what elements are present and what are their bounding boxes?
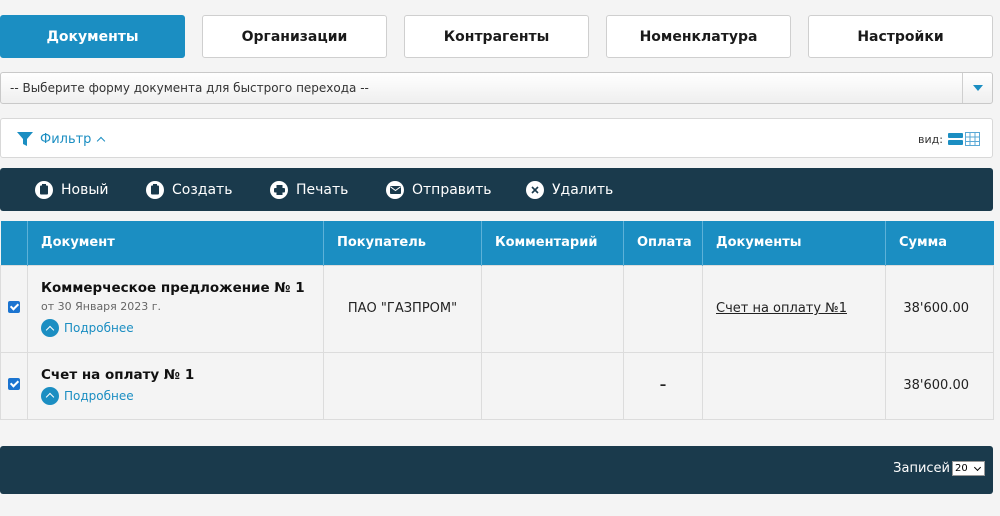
filter-toggle[interactable]: Фильтр <box>16 129 106 149</box>
envelope-icon <box>386 180 404 199</box>
details-label: Подробнее <box>64 388 134 403</box>
filter-label: Фильтр <box>40 131 92 147</box>
sum-cell: 38'600.00 <box>885 351 994 420</box>
column-header-payment[interactable]: Оплата <box>623 221 703 265</box>
close-icon <box>526 180 544 199</box>
document-cell: Счет на оплату № 1 Подробнее <box>27 351 324 420</box>
linked-document-link[interactable]: Счет на оплату №1 <box>716 301 847 316</box>
chevron-down-icon <box>973 463 982 472</box>
payment-cell <box>623 264 703 353</box>
table-row: Коммерческое предложение № 1 от 30 Январ… <box>0 264 994 353</box>
document-cell: Коммерческое предложение № 1 от 30 Январ… <box>27 264 324 353</box>
printer-icon <box>270 180 288 199</box>
column-header-buyer[interactable]: Покупатель <box>323 221 482 265</box>
delete-button[interactable]: Удалить <box>526 168 613 211</box>
delete-label: Удалить <box>552 181 614 198</box>
create-label: Создать <box>172 181 233 198</box>
documents-cell: Счет на оплату №1 <box>702 264 886 353</box>
list-view-icon[interactable] <box>948 132 963 146</box>
print-label: Печать <box>296 181 349 198</box>
row-checkbox[interactable] <box>8 300 20 313</box>
funnel-icon <box>17 132 33 146</box>
row-select-cell <box>0 264 28 353</box>
top-tabs: Документы Организации Контрагенты Номенк… <box>0 15 1000 58</box>
documents-cell <box>702 351 886 420</box>
tab-organizations[interactable]: Организации <box>202 15 387 58</box>
table-header-row: Документ Покупатель Комментарий Оплата Д… <box>0 221 994 265</box>
records-per-page-value: 20 <box>955 463 968 474</box>
document-title[interactable]: Счет на оплату № 1 <box>41 367 310 383</box>
column-header-document[interactable]: Документ <box>27 221 324 265</box>
comment-cell <box>481 351 624 420</box>
table-row: Счет на оплату № 1 Подробнее – 38'600.00 <box>0 351 994 420</box>
tab-settings[interactable]: Настройки <box>808 15 993 58</box>
view-switch: вид: <box>918 130 980 148</box>
send-label: Отправить <box>412 181 492 198</box>
details-link[interactable]: Подробнее <box>41 386 310 405</box>
triangle-down-icon <box>972 85 983 91</box>
select-dropdown-button[interactable] <box>962 73 992 103</box>
new-label: Новый <box>61 181 109 198</box>
details-link[interactable]: Подробнее <box>41 319 310 337</box>
filter-panel: Фильтр вид: <box>0 118 993 158</box>
print-button[interactable]: Печать <box>270 168 348 211</box>
column-header-comment[interactable]: Комментарий <box>481 221 624 265</box>
clipboard-icon <box>35 180 53 199</box>
tab-nomenclature[interactable]: Номенклатура <box>606 15 791 58</box>
buyer-cell <box>323 351 482 420</box>
clipboard-icon <box>146 180 164 199</box>
records-per-page-label: Записей <box>893 461 950 476</box>
column-header-documents[interactable]: Документы <box>702 221 886 265</box>
column-header-sum[interactable]: Сумма <box>885 221 994 265</box>
document-title[interactable]: Коммерческое предложение № 1 <box>41 280 310 296</box>
chevron-up-icon <box>41 386 59 405</box>
details-label: Подробнее <box>64 321 134 335</box>
document-form-select-placeholder: -- Выберите форму документа для быстрого… <box>10 81 369 95</box>
document-date: от 30 Января 2023 г. <box>41 300 162 313</box>
new-button[interactable]: Новый <box>35 168 109 211</box>
sum-cell: 38'600.00 <box>885 264 994 353</box>
comment-cell <box>481 264 624 353</box>
row-checkbox[interactable] <box>8 377 20 390</box>
records-per-page-select[interactable]: 20 <box>952 461 985 476</box>
payment-cell: – <box>623 351 703 420</box>
action-toolbar: Новый Создать Печать Отправить Удалить <box>0 168 993 211</box>
buyer-cell: ПАО "ГАЗПРОМ" <box>323 264 482 353</box>
create-button[interactable]: Создать <box>146 168 232 211</box>
view-label: вид: <box>918 132 943 146</box>
column-header-select <box>0 221 28 265</box>
documents-table: Документ Покупатель Комментарий Оплата Д… <box>0 221 994 420</box>
table-footer: Записей 20 <box>0 446 993 494</box>
tab-documents[interactable]: Документы <box>0 15 185 58</box>
tab-counterparties[interactable]: Контрагенты <box>404 15 589 58</box>
chevron-up-icon <box>97 136 106 146</box>
send-button[interactable]: Отправить <box>386 168 492 211</box>
document-form-select[interactable]: -- Выберите форму документа для быстрого… <box>0 72 993 104</box>
row-select-cell <box>0 351 28 420</box>
chevron-up-icon <box>41 319 59 337</box>
grid-view-icon[interactable] <box>965 132 980 146</box>
